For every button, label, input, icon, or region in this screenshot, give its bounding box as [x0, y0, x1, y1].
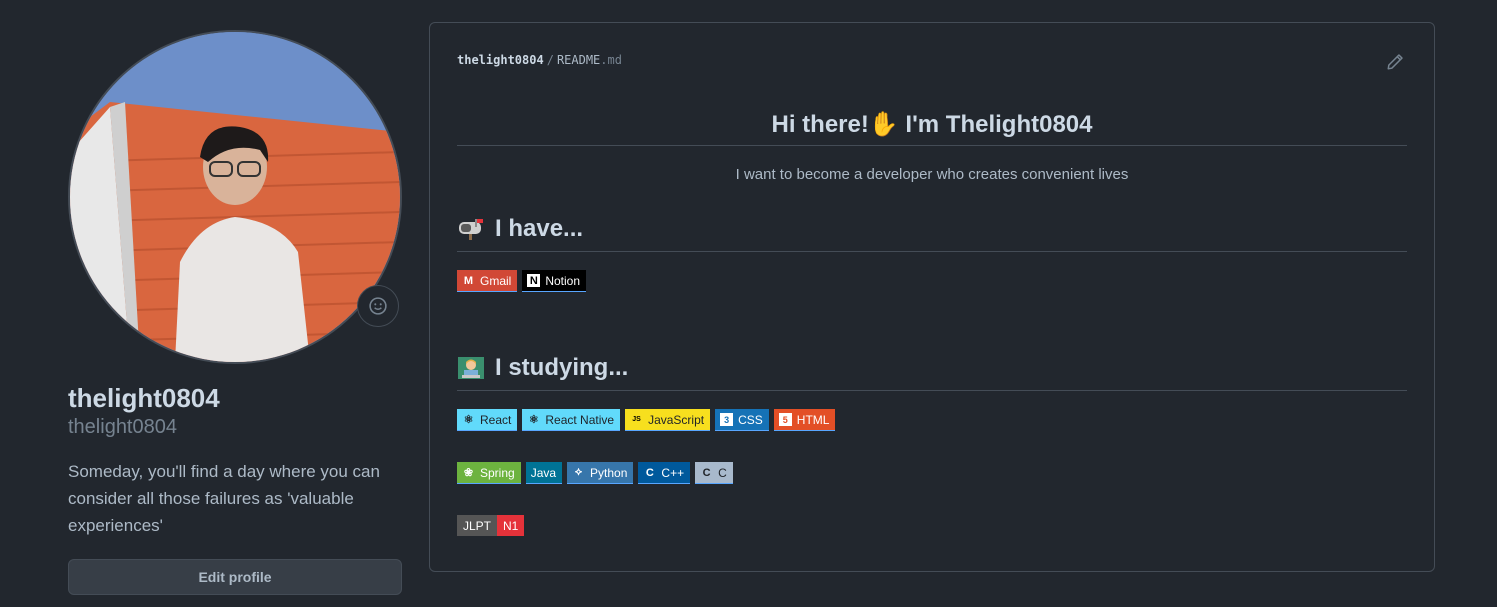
- cplusplus-icon: C: [645, 466, 654, 479]
- badge-label: CSS: [738, 412, 763, 427]
- readme-heading: Hi there!✋ I'm Thelight0804: [457, 110, 1407, 146]
- readme-path: thelight0804/README.md: [457, 53, 1407, 67]
- readme-tagline: I want to become a developer who creates…: [735, 166, 1129, 183]
- badge-c-[interactable]: C C++: [638, 462, 691, 484]
- avatar[interactable]: [68, 30, 402, 364]
- section-have: I have...: [457, 215, 1407, 252]
- notion-icon: N: [527, 274, 541, 287]
- badge-label: C: [718, 465, 727, 480]
- section-studying: I studying...: [457, 354, 1407, 391]
- jlpt-badge-label: JLPT: [457, 515, 498, 536]
- profile-bio: Someday, you'll find a day where you can…: [68, 462, 380, 535]
- path-separator: /: [546, 53, 554, 67]
- badge-react-native[interactable]: ⚛ React Native: [522, 409, 621, 431]
- badge-label: HTML: [796, 412, 830, 427]
- readme-filename: README: [556, 53, 601, 67]
- smiley-icon: [369, 297, 387, 315]
- css3-icon: 3: [720, 413, 734, 426]
- readme-extension: .md: [600, 53, 622, 67]
- c-icon: C: [702, 466, 711, 479]
- badge-label: Spring: [480, 465, 515, 480]
- readme-user-link[interactable]: thelight0804: [457, 53, 544, 67]
- set-status-button[interactable]: [357, 285, 399, 327]
- badge-label: Gmail: [480, 273, 512, 288]
- python-icon: ⟡: [574, 466, 583, 478]
- badge-label: Python: [590, 465, 628, 480]
- badge-label: Java: [530, 465, 557, 480]
- section-studying-title: I studying...: [495, 354, 629, 381]
- section-have-title: I have...: [495, 215, 584, 242]
- badge-c[interactable]: CC: [695, 462, 733, 484]
- badge-gmail[interactable]: M Gmail: [457, 270, 518, 292]
- javascript-icon: JS: [630, 413, 644, 426]
- badge-react[interactable]: ⚛ React: [457, 409, 518, 431]
- badge-label: Notion: [545, 273, 581, 288]
- jlpt-badge-row: JLPT N1: [457, 515, 1407, 537]
- edit-readme-button[interactable]: [1386, 53, 1406, 73]
- pencil-icon: [1387, 54, 1403, 70]
- avatar-container: [68, 30, 402, 364]
- profile-fullname: thelight0804: [68, 383, 220, 413]
- badge-css[interactable]: 3 CSS: [715, 409, 769, 431]
- technologist-icon: [457, 356, 485, 380]
- gmail-icon: M: [463, 274, 474, 287]
- badge-python[interactable]: ⟡ Python: [567, 462, 634, 484]
- profile-sidebar: thelight0804 thelight0804 Someday, you'l…: [68, 30, 402, 595]
- badge-label: C++: [661, 465, 685, 480]
- jlpt-badge-level: N1: [497, 515, 525, 536]
- html5-icon: 5: [778, 413, 792, 426]
- badge-java[interactable]: Java: [525, 462, 563, 484]
- readme-box: thelight0804/README.md Hi there!✋ I'm Th…: [429, 22, 1435, 572]
- jlpt-badge[interactable]: JLPT N1: [457, 515, 525, 537]
- react-icon: ⚛: [463, 414, 474, 426]
- edit-profile-button[interactable]: Edit profile: [68, 559, 402, 595]
- mailbox-icon: [457, 217, 485, 241]
- study-badges-row1: ⚛ React ⚛ React Native JS JavaScript 3 CSS 5 HTML: [457, 409, 1407, 431]
- badge-label: JavaScript: [648, 412, 705, 427]
- have-badges: M Gmail N Notion: [457, 270, 1407, 292]
- react-icon: ⚛: [528, 414, 539, 426]
- badge-html[interactable]: 5 HTML: [773, 409, 836, 431]
- badge-label: React Native: [545, 412, 615, 427]
- study-badges-row2: ❀ Spring Java ⟡ Python C C++ C C: [457, 462, 1407, 484]
- avatar-photo: [70, 32, 400, 362]
- spring-icon: ❀: [463, 467, 474, 479]
- profile-username: thelight0804: [68, 416, 177, 438]
- badge-javascript[interactable]: JS JavaScript: [625, 409, 711, 431]
- badge-spring[interactable]: ❀ Spring: [457, 462, 521, 484]
- badge-notion[interactable]: N Notion: [522, 270, 587, 292]
- badge-label: React: [480, 412, 512, 427]
